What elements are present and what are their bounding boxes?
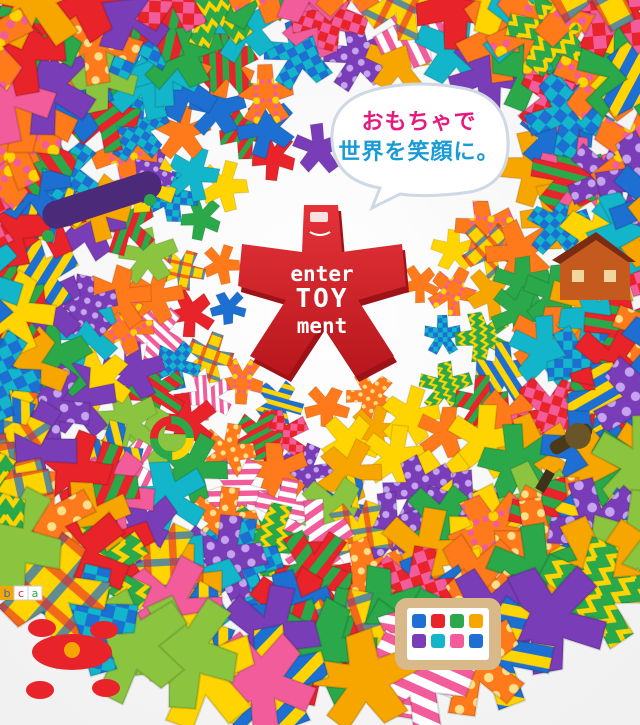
toy-tablet	[395, 598, 501, 670]
svg-text:a: a	[32, 587, 39, 600]
letter-blocks: b c a	[0, 585, 43, 601]
entertoyment-logo: enter TOY ment	[232, 186, 412, 372]
slogan-line-1: おもちゃで	[361, 110, 477, 135]
slogan-line-2: 世界を笑顔に。	[338, 140, 500, 165]
slogan: おもちゃで 世界を笑顔に。	[330, 108, 508, 168]
svg-text:b: b	[4, 587, 11, 600]
logo-line-toy: TOY	[295, 284, 349, 314]
poster: b c a おもちゃで 世界を笑顔に。 enter TOY ment	[0, 0, 640, 725]
svg-text:c: c	[18, 587, 24, 600]
logo-line-enter: enter	[290, 262, 354, 286]
speech-bubble: おもちゃで 世界を笑顔に。	[330, 88, 508, 200]
logo-line-ment: ment	[296, 314, 348, 338]
